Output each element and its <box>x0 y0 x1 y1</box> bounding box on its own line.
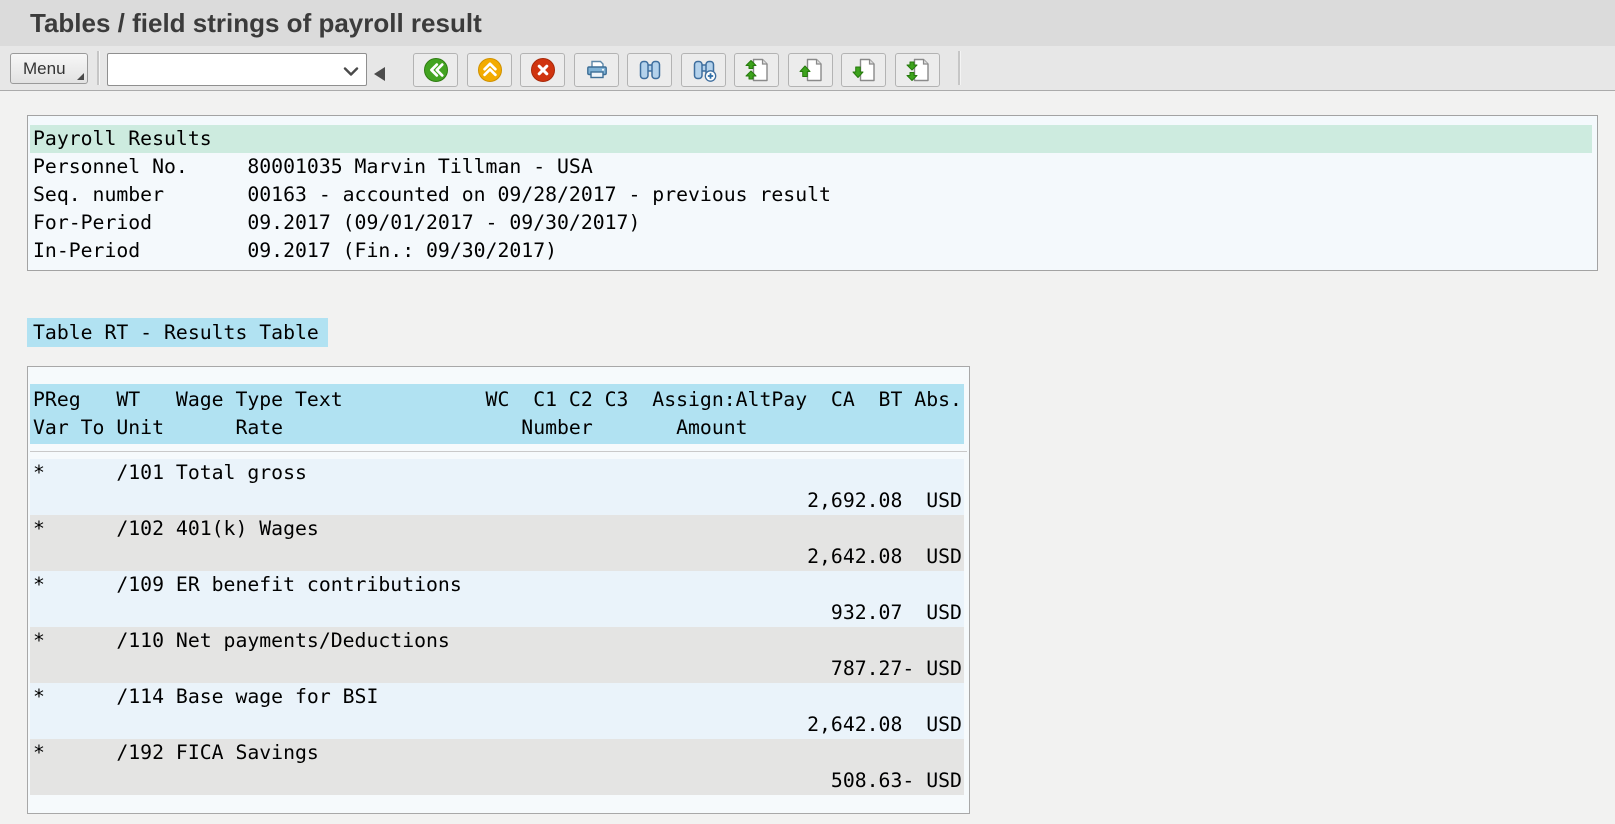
print-button[interactable] <box>574 53 619 87</box>
collapse-left-arrow-icon[interactable] <box>374 67 385 81</box>
toolbar-separator <box>97 51 100 85</box>
table-row[interactable]: * /114 Base wage for BSI 2,642.08 USD <box>30 683 964 739</box>
back-button[interactable] <box>413 53 458 87</box>
first-page-icon <box>743 56 771 84</box>
table-row[interactable]: * /109 ER benefit contributions 932.07 U… <box>30 571 964 627</box>
for-period-line: For-Period 09.2017 (09/01/2017 - 09/30/2… <box>28 209 1597 237</box>
next-page-button[interactable] <box>841 53 886 87</box>
table-row[interactable]: * /101 Total gross 2,692.08 USD <box>30 459 964 515</box>
find-button[interactable] <box>627 53 672 87</box>
command-input[interactable] <box>108 54 348 83</box>
previous-page-button[interactable] <box>788 53 833 87</box>
payroll-results-header: Payroll Results <box>30 125 1592 153</box>
rt-header-line-1: PReg WT Wage Type Text WC C1 C2 C3 Assig… <box>33 386 964 414</box>
cancel-button[interactable] <box>520 53 565 87</box>
wage-type-line: * /101 Total gross <box>33 459 964 487</box>
toolbar: Menu <box>0 46 1615 91</box>
exit-icon <box>476 56 504 84</box>
amount-line: 787.27- USD <box>33 655 964 683</box>
command-field[interactable] <box>107 53 367 86</box>
next-page-icon <box>850 56 878 84</box>
table-row[interactable]: * /102 401(k) Wages 2,642.08 USD <box>30 515 964 571</box>
table-row[interactable]: * /192 FICA Savings 508.63- USD <box>30 739 964 795</box>
rt-header-line-2: Var To Unit Rate Number Amount <box>33 414 964 442</box>
find-next-button[interactable] <box>681 53 726 87</box>
menu-button-label: Menu <box>23 59 66 78</box>
amount-line: 2,642.08 USD <box>33 543 964 571</box>
amount-line: 2,642.08 USD <box>33 711 964 739</box>
seq-number-line: Seq. number 00163 - accounted on 09/28/2… <box>28 181 1597 209</box>
wage-type-line: * /192 FICA Savings <box>33 739 964 767</box>
first-page-button[interactable] <box>734 53 779 87</box>
rt-table-label: Table RT - Results Table <box>27 318 328 347</box>
payroll-results-box: Payroll Results Personnel No. 80001035 M… <box>27 115 1598 271</box>
find-icon <box>636 56 664 84</box>
find-next-icon <box>690 56 718 84</box>
wage-type-line: * /102 401(k) Wages <box>33 515 964 543</box>
amount-line: 508.63- USD <box>33 767 964 795</box>
table-row[interactable]: * /110 Net payments/Deductions 787.27- U… <box>30 627 964 683</box>
in-period-line: In-Period 09.2017 (Fin.: 09/30/2017) <box>28 237 1597 265</box>
chevron-down-icon[interactable] <box>343 64 359 82</box>
last-page-icon <box>904 56 932 84</box>
rt-table-header: PReg WT Wage Type Text WC C1 C2 C3 Assig… <box>30 384 964 444</box>
menu-corner-triangle-icon <box>77 73 84 80</box>
amount-line: 932.07 USD <box>33 599 964 627</box>
personnel-no-line: Personnel No. 80001035 Marvin Tillman - … <box>28 153 1597 181</box>
amount-line: 2,692.08 USD <box>33 487 964 515</box>
rt-table: PReg WT Wage Type Text WC C1 C2 C3 Assig… <box>27 366 970 814</box>
sap-window: Tables / field strings of payroll result… <box>0 0 1615 824</box>
previous-page-icon <box>797 56 825 84</box>
title-bar: Tables / field strings of payroll result <box>0 0 1615 46</box>
page-title: Tables / field strings of payroll result <box>0 0 1615 39</box>
cancel-icon <box>529 56 557 84</box>
wage-type-line: * /110 Net payments/Deductions <box>33 627 964 655</box>
exit-button[interactable] <box>467 53 512 87</box>
toolbar-separator <box>958 51 961 85</box>
print-icon <box>583 56 611 84</box>
back-icon <box>422 56 450 84</box>
menu-button[interactable]: Menu <box>10 53 88 84</box>
wage-type-line: * /114 Base wage for BSI <box>33 683 964 711</box>
last-page-button[interactable] <box>895 53 940 87</box>
wage-type-line: * /109 ER benefit contributions <box>33 571 964 599</box>
rt-table-rows: * /101 Total gross 2,692.08 USD * /102 4… <box>30 459 964 795</box>
header-separator <box>30 451 967 452</box>
